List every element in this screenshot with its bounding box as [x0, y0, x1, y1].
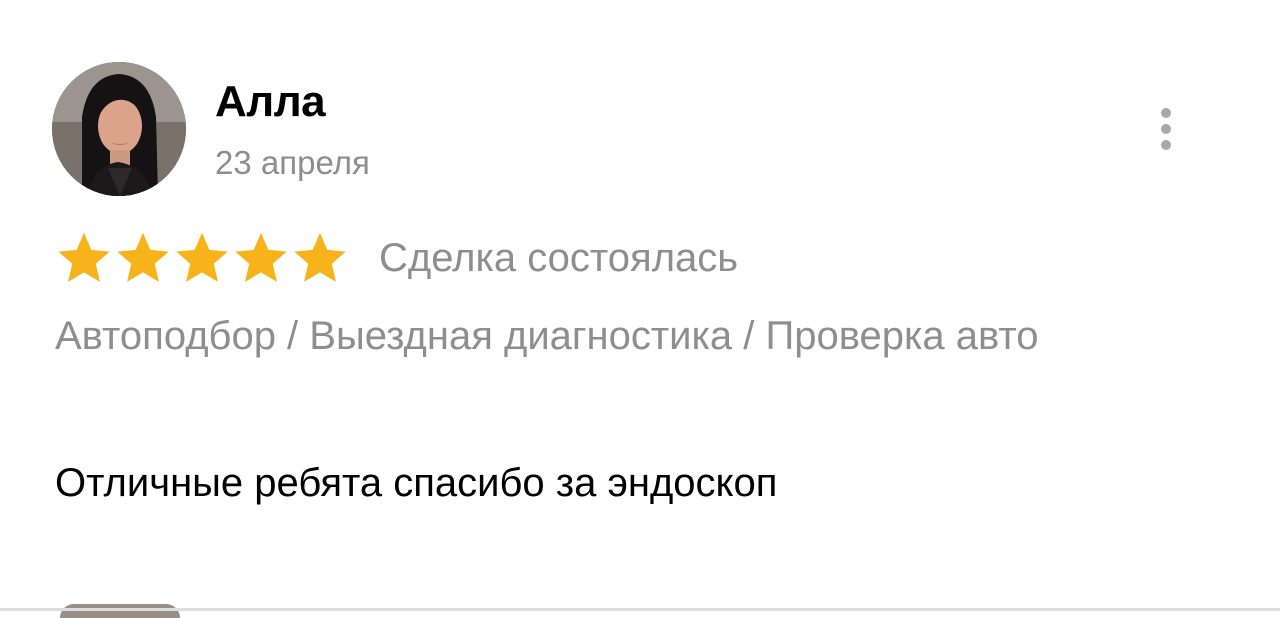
star-icon: [114, 230, 172, 286]
avatar[interactable]: [52, 62, 186, 196]
review-text: Отличные ребята спасибо за эндоскоп: [55, 461, 778, 505]
deal-status: Сделка состоялась: [379, 236, 739, 280]
review-card: Алла 23 апреля Сделка состоялась Автопод…: [0, 0, 1280, 618]
service-category: Автоподбор / Выездная диагностика / Пров…: [55, 314, 1039, 358]
rating-row: Сделка состоялась: [55, 230, 738, 286]
review-date: 23 апреля: [215, 144, 370, 181]
more-options-button[interactable]: [1146, 102, 1186, 156]
star-icon: [232, 230, 290, 286]
more-vertical-icon-dot: [1161, 124, 1171, 134]
more-vertical-icon-dot: [1161, 108, 1171, 118]
author-name[interactable]: Алла: [215, 76, 326, 128]
avatar-photo: [52, 62, 186, 196]
star-icon: [173, 230, 231, 286]
star-rating: [55, 230, 349, 286]
more-vertical-icon-dot: [1161, 140, 1171, 150]
star-icon: [55, 230, 113, 286]
star-icon: [291, 230, 349, 286]
next-review-avatar: [60, 604, 180, 618]
